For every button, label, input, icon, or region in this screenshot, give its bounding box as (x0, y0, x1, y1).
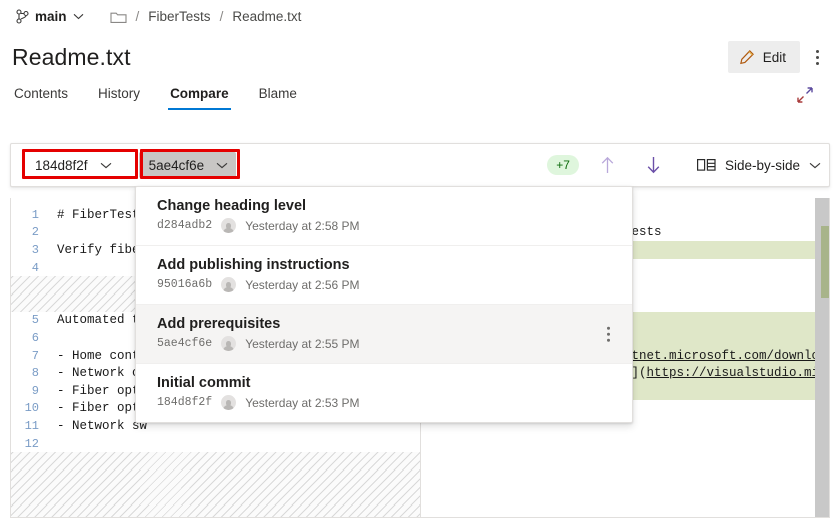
branch-icon (16, 9, 29, 24)
commit-time: Yesterday at 2:55 PM (245, 337, 359, 351)
line-text: - Network co (57, 366, 147, 380)
pencil-icon (739, 49, 755, 65)
commit-title: Add prerequisites (157, 316, 616, 332)
commit-meta: 184d8f2f Yesterday at 2:53 PM (157, 395, 616, 410)
avatar-icon (221, 395, 236, 410)
tab-blame[interactable]: Blame (257, 84, 299, 113)
line-number: 12 (11, 437, 47, 451)
edit-button[interactable]: Edit (728, 41, 800, 73)
branch-selector[interactable]: main (12, 6, 88, 27)
previous-diff-button[interactable] (591, 155, 625, 175)
chevron-down-icon (100, 162, 112, 169)
line-number: 7 (11, 349, 47, 363)
code-line (11, 488, 420, 506)
tab-compare[interactable]: Compare (168, 84, 231, 113)
avatar-icon (221, 336, 236, 351)
base-commit-label: 184d8f2f (35, 158, 88, 173)
branch-name: main (35, 9, 67, 24)
code-line (11, 505, 420, 517)
line-text: Verify fiber (57, 243, 147, 257)
commit-title: Initial commit (157, 375, 616, 391)
base-commit-selector[interactable]: 184d8f2f (25, 152, 120, 178)
commit-meta: d284adb2 Yesterday at 2:58 PM (157, 218, 616, 233)
code-line (11, 452, 420, 470)
line-number: 4 (11, 261, 47, 275)
chevron-down-icon (216, 162, 228, 169)
commit-meta: 95016a6b Yesterday at 2:56 PM (157, 277, 616, 292)
commit-menu-item[interactable]: Change heading level d284adb2 Yesterday at… (136, 187, 632, 246)
line-number: 2 (11, 225, 47, 239)
diff-toolbar: 184d8f2f 5ae4cf6e +7 (10, 143, 830, 187)
title-actions: Edit (728, 41, 840, 73)
line-text: - Fiber opti (57, 384, 147, 398)
diff-scrollbar-marker (821, 226, 829, 298)
folder-icon[interactable] (110, 10, 127, 24)
line-number: 9 (11, 384, 47, 398)
commit-hash: 95016a6b (157, 278, 212, 291)
breadcrumb-separator-2: / (220, 9, 224, 24)
commit-dropdown-menu: Change heading level d284adb2 Yesterday at… (135, 186, 633, 423)
line-text: # FiberTests (57, 208, 147, 222)
commit-title: Add publishing instructions (157, 257, 616, 273)
avatar-icon (221, 277, 236, 292)
breadcrumb-separator-1: / (136, 9, 140, 24)
line-number: 8 (11, 366, 47, 380)
commit-time: Yesterday at 2:53 PM (245, 396, 359, 410)
commit-hash: 184d8f2f (157, 396, 212, 409)
expand-diagonal-icon[interactable] (796, 86, 814, 104)
side-by-side-icon (697, 158, 716, 172)
breadcrumb-file[interactable]: Readme.txt (232, 9, 301, 24)
commit-time: Yesterday at 2:56 PM (245, 278, 359, 292)
diff-scrollbar[interactable] (815, 198, 829, 517)
view-mode-selector[interactable]: Side-by-side (689, 151, 829, 179)
line-text: Automated te (57, 313, 147, 327)
line-text: - Fiber opti (57, 401, 147, 415)
chevron-down-icon (73, 13, 84, 20)
page-root: main / FiberTests / Readme.txt Readme.tx… (0, 0, 840, 518)
next-diff-button[interactable] (637, 155, 671, 175)
code-line (11, 470, 420, 488)
commit-hash: d284adb2 (157, 219, 212, 232)
title-row: Readme.txt Edit (0, 36, 840, 78)
line-number: 1 (11, 208, 47, 222)
breadcrumb: main / FiberTests / Readme.txt (0, 0, 840, 33)
compare-commit-label: 5ae4cf6e (149, 158, 205, 173)
commit-meta: 5ae4cf6e Yesterday at 2:55 PM (157, 336, 616, 351)
commit-menu-item[interactable]: Initial commit 184d8f2f Yesterday at 2:53 … (136, 364, 632, 422)
avatar-icon (221, 218, 236, 233)
line-text: - Home contr (57, 349, 147, 363)
commit-item-more-button[interactable] (607, 325, 610, 344)
inline-url[interactable]: https://visualstudio.microsoft (647, 366, 829, 380)
line-text: - Network sw (57, 419, 147, 433)
commit-hash: 5ae4cf6e (157, 337, 212, 350)
line-number: 5 (11, 313, 47, 327)
breadcrumb-repo[interactable]: FiberTests (148, 9, 210, 24)
tab-history[interactable]: History (96, 84, 142, 113)
commit-title: Change heading level (157, 198, 616, 214)
diff-count-badge: +7 (547, 155, 579, 175)
line-number: 10 (11, 401, 47, 415)
tab-bar: Contents History Compare Blame (0, 84, 840, 120)
more-actions-button[interactable] (804, 42, 830, 72)
line-number: 3 (11, 243, 47, 257)
commit-time: Yesterday at 2:58 PM (245, 219, 359, 233)
chevron-down-icon (809, 162, 821, 169)
compare-commit-selector[interactable]: 5ae4cf6e (139, 152, 237, 178)
line-number: 11 (11, 419, 47, 433)
edit-button-label: Edit (763, 50, 786, 65)
line-number: 6 (11, 331, 47, 345)
page-title: Readme.txt (0, 44, 131, 71)
commit-menu-item[interactable]: Add publishing instructions 95016a6b Yeste… (136, 246, 632, 305)
commit-menu-item[interactable]: Add prerequisites 5ae4cf6e Yesterday at 2:… (136, 305, 632, 364)
view-mode-label: Side-by-side (725, 158, 800, 173)
tab-contents[interactable]: Contents (12, 84, 70, 113)
code-line: 12 (11, 435, 420, 453)
